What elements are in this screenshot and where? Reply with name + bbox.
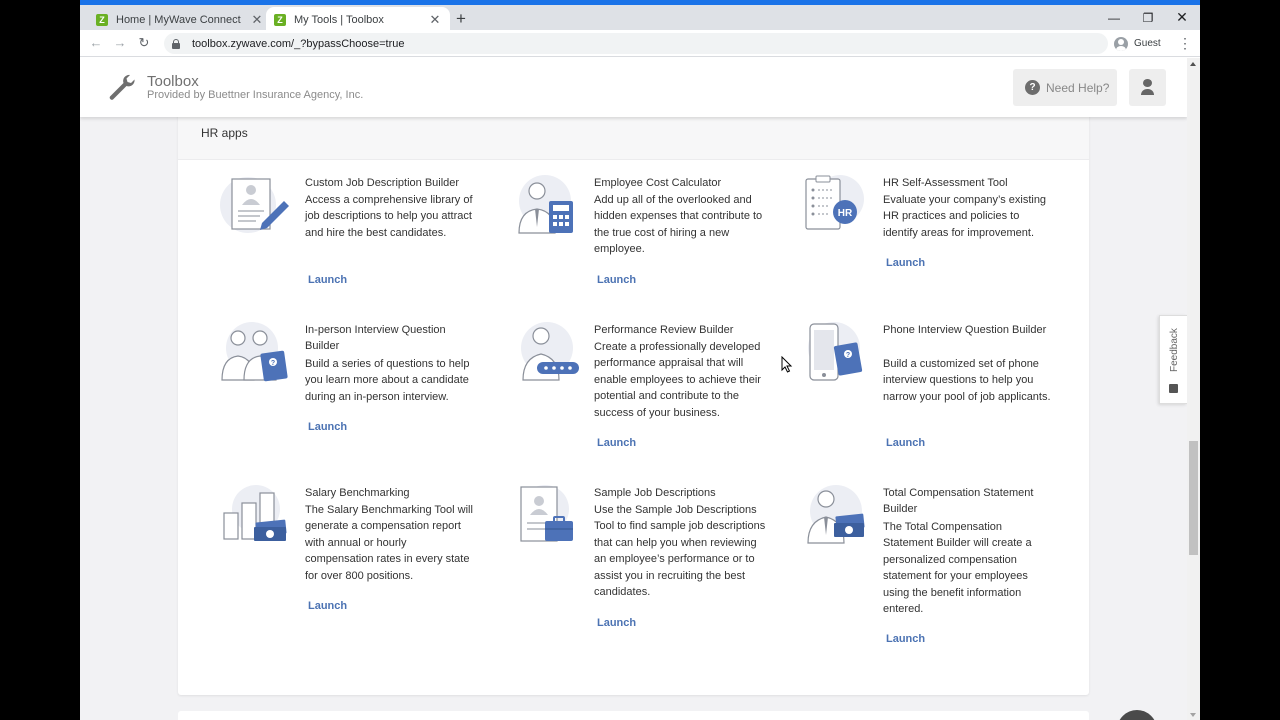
app-title: Toolbox bbox=[147, 73, 199, 90]
app-name: HR Self-Assessment Tool bbox=[883, 177, 1008, 189]
launch-link[interactable]: Launch bbox=[597, 274, 636, 286]
feedback-icon bbox=[1169, 384, 1178, 393]
guest-avatar-icon bbox=[1114, 36, 1128, 51]
app-name: Salary Benchmarking bbox=[305, 487, 410, 499]
scroll-down-arrow-icon[interactable] bbox=[1190, 713, 1196, 717]
reload-icon[interactable]: ↻ bbox=[136, 35, 152, 51]
feedback-tab[interactable]: Feedback bbox=[1159, 315, 1187, 404]
next-section-card bbox=[178, 711, 1089, 720]
tab-strip: Z Home | MyWave Connect ✕ Z My Tools | T… bbox=[80, 0, 1200, 33]
tab-home-mywave[interactable]: Z Home | MyWave Connect ✕ bbox=[88, 7, 272, 32]
document-pencil-icon bbox=[220, 177, 289, 233]
app-description: Build a series of questions to help you … bbox=[305, 358, 470, 403]
app-description: Access a comprehensive library of job de… bbox=[305, 194, 473, 239]
bar-chart-money-icon bbox=[223, 485, 287, 541]
scrollbar-thumb[interactable] bbox=[1189, 441, 1198, 555]
scroll-up-arrow-icon[interactable] bbox=[1190, 62, 1196, 66]
svg-text:?: ? bbox=[846, 352, 850, 359]
clipboard-hr-icon: HR bbox=[805, 175, 864, 230]
more-vert-icon[interactable]: ⋮ bbox=[1178, 34, 1192, 52]
browser-window: Z Home | MyWave Connect ✕ Z My Tools | T… bbox=[80, 0, 1200, 720]
document-briefcase-icon bbox=[520, 485, 573, 542]
app-description: The Total Compensation Statement Builder… bbox=[883, 521, 1032, 616]
person-rating-icon bbox=[521, 322, 579, 381]
launch-link[interactable]: Launch bbox=[308, 274, 347, 286]
svg-text:?: ? bbox=[271, 360, 275, 367]
app-name: Employee Cost Calculator bbox=[594, 177, 722, 189]
app-description: The Salary Benchmarking Tool will genera… bbox=[305, 504, 473, 582]
svg-text:HR: HR bbox=[838, 208, 853, 219]
plus-icon[interactable]: + bbox=[452, 10, 470, 28]
profile-label: Guest bbox=[1134, 38, 1161, 49]
app-name: Sample Job Descriptions bbox=[594, 487, 716, 499]
launch-link[interactable]: Launch bbox=[886, 437, 925, 449]
app-description: Use the Sample Job Descriptions Tool to … bbox=[594, 504, 766, 599]
launch-link[interactable]: Launch bbox=[886, 257, 925, 269]
window-close-icon[interactable]: ✕ bbox=[1173, 9, 1191, 26]
zywave-favicon-icon: Z bbox=[96, 13, 108, 26]
person-calculator-icon bbox=[518, 175, 573, 234]
back-arrow-icon[interactable]: ← bbox=[88, 35, 104, 51]
app-subtitle: Provided by Buettner Insurance Agency, I… bbox=[147, 89, 364, 101]
app-name: In-person Interview Question Builder bbox=[305, 324, 446, 352]
need-help-label: Need Help? bbox=[1046, 80, 1110, 95]
app-name: Phone Interview Question Builder bbox=[883, 324, 1047, 336]
feedback-label: Feedback bbox=[1169, 328, 1180, 372]
section-title: HR apps bbox=[201, 126, 248, 140]
launch-link[interactable]: Launch bbox=[597, 617, 636, 629]
tab-title: Home | MyWave Connect bbox=[116, 13, 241, 26]
app-description: Add up all of the overlooked and hidden … bbox=[594, 194, 763, 256]
forward-arrow-icon[interactable]: → bbox=[112, 35, 128, 51]
restore-icon[interactable]: ❐ bbox=[1139, 11, 1157, 25]
vertical-scrollbar[interactable] bbox=[1187, 58, 1200, 720]
app-name: Custom Job Description Builder bbox=[305, 177, 460, 189]
address-bar[interactable]: toolbox.zywave.com/_?bypassChoose=true bbox=[164, 33, 1108, 54]
mouse-cursor-icon bbox=[781, 356, 793, 373]
browser-toolbar: ← → ↻ toolbox.zywave.com/_?bypassChoose=… bbox=[80, 30, 1200, 57]
two-people-question-icon: ? bbox=[221, 322, 288, 382]
close-icon[interactable]: ✕ bbox=[428, 12, 442, 28]
close-icon[interactable]: ✕ bbox=[250, 12, 264, 28]
tab-title: My Tools | Toolbox bbox=[294, 14, 384, 26]
app-header: Toolbox Provided by Buettner Insurance A… bbox=[80, 58, 1187, 117]
need-help-button[interactable]: ? Need Help? bbox=[1013, 69, 1117, 106]
lock-icon bbox=[172, 38, 180, 49]
scroll-to-top-button[interactable] bbox=[1117, 710, 1157, 720]
wrench-icon bbox=[109, 74, 135, 100]
url-text: toolbox.zywave.com/_?bypassChoose=true bbox=[192, 37, 405, 50]
app-description: Create a professionally developed perfor… bbox=[594, 341, 761, 419]
user-account-button[interactable] bbox=[1129, 69, 1166, 106]
launch-link[interactable]: Launch bbox=[308, 421, 347, 433]
launch-link[interactable]: Launch bbox=[886, 633, 925, 645]
profile-button[interactable]: Guest bbox=[1114, 34, 1161, 53]
minimize-icon[interactable]: — bbox=[1105, 11, 1123, 25]
app-name: Total Compensation Statement Builder bbox=[883, 487, 1034, 515]
app-description: Evaluate your company’s existing HR prac… bbox=[883, 194, 1047, 239]
zywave-favicon-icon: Z bbox=[274, 14, 286, 26]
hr-apps-card: HR apps Custom Job Description Builder A… bbox=[178, 98, 1089, 695]
page-viewport: Toolbox Provided by Buettner Insurance A… bbox=[80, 58, 1187, 720]
help-icon: ? bbox=[1025, 80, 1040, 95]
person-money-icon bbox=[807, 485, 865, 544]
app-description: Build a customized set of phone intervie… bbox=[883, 358, 1051, 403]
launch-link[interactable]: Launch bbox=[597, 437, 636, 449]
app-name: Performance Review Builder bbox=[594, 324, 734, 336]
launch-link[interactable]: Launch bbox=[308, 600, 347, 612]
phone-question-icon: ? bbox=[808, 322, 863, 381]
